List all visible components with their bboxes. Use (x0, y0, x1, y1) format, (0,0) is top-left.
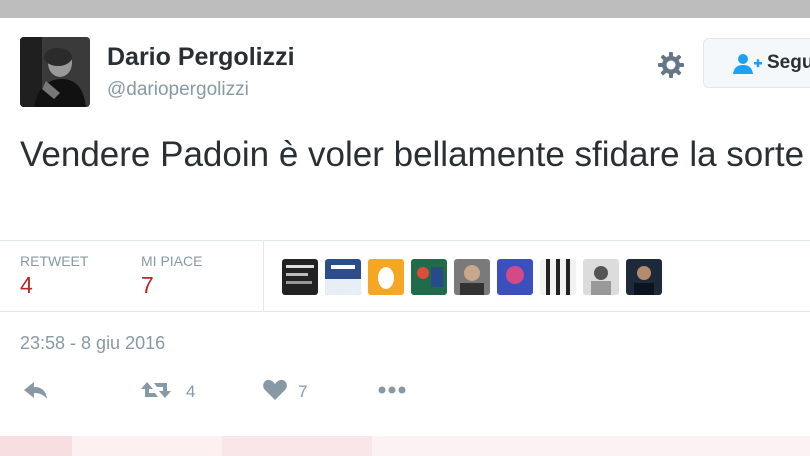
liker-avatar[interactable] (583, 259, 619, 295)
retweet-stat-count[interactable]: 4 (20, 272, 33, 299)
liker-avatar[interactable] (626, 259, 662, 295)
author-handle[interactable]: @dariopergolizzi (107, 79, 249, 101)
tweet-stats: RETWEET 4 MI PIACE 7 (0, 240, 810, 312)
liker-avatar[interactable] (325, 259, 361, 295)
tweet-text: Vendere Padoin è voler bellamente sfidar… (20, 135, 805, 174)
like-stat-count[interactable]: 7 (141, 272, 154, 299)
author-avatar[interactable] (20, 37, 90, 107)
liker-avatar[interactable] (368, 259, 404, 295)
liker-avatar[interactable] (411, 259, 447, 295)
more-button[interactable] (377, 378, 409, 406)
tweet-timestamp[interactable]: 23:58 - 8 giu 2016 (20, 333, 165, 354)
browser-top-bar (0, 0, 810, 18)
follow-button[interactable]: Segu (703, 38, 810, 88)
liker-avatar[interactable] (282, 259, 318, 295)
gear-icon[interactable] (655, 49, 687, 81)
reply-icon (22, 382, 50, 406)
author-name[interactable]: Dario Pergolizzi (107, 43, 295, 72)
like-stat-label[interactable]: MI PIACE (141, 253, 202, 269)
stats-divider (263, 241, 264, 311)
follow-button-label: Segu (767, 52, 810, 73)
more-icon (377, 386, 409, 406)
like-button[interactable]: 7 (262, 378, 307, 406)
page-bottom-strip (0, 436, 810, 456)
reply-button[interactable] (22, 378, 50, 406)
retweet-count: 4 (186, 382, 196, 401)
follow-user-icon (732, 53, 762, 80)
like-count: 7 (298, 382, 308, 401)
liker-avatar[interactable] (454, 259, 490, 295)
retweet-stat-label[interactable]: RETWEET (20, 253, 88, 269)
retweet-icon (140, 382, 172, 406)
heart-icon (262, 379, 288, 406)
liker-avatar[interactable] (540, 259, 576, 295)
liker-avatar[interactable] (497, 259, 533, 295)
retweet-button[interactable]: 4 (140, 378, 195, 406)
